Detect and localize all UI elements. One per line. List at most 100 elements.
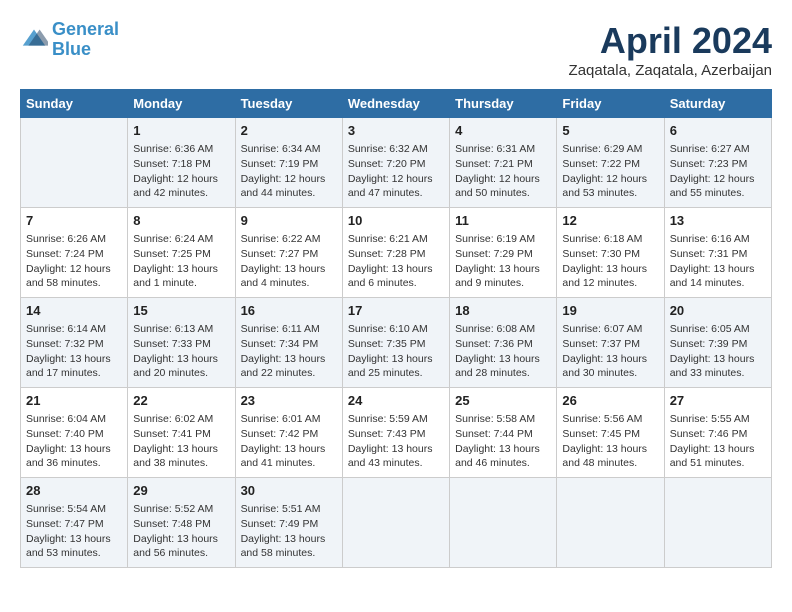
day-info: Sunrise: 6:02 AM Sunset: 7:41 PM Dayligh… <box>133 412 229 471</box>
day-number: 5 <box>562 122 658 140</box>
logo-text: General Blue <box>52 20 119 60</box>
day-number: 23 <box>241 392 337 410</box>
day-info: Sunrise: 6:05 AM Sunset: 7:39 PM Dayligh… <box>670 322 766 381</box>
calendar-table: SundayMondayTuesdayWednesdayThursdayFrid… <box>20 89 772 568</box>
day-info: Sunrise: 5:56 AM Sunset: 7:45 PM Dayligh… <box>562 412 658 471</box>
day-number: 10 <box>348 212 444 230</box>
logo: General Blue <box>20 20 119 60</box>
day-cell: 26 Sunrise: 5:56 AM Sunset: 7:45 PM Dayli… <box>557 388 664 478</box>
day-cell: 7 Sunrise: 6:26 AM Sunset: 7:24 PM Daylig… <box>21 208 128 298</box>
day-info: Sunrise: 6:13 AM Sunset: 7:33 PM Dayligh… <box>133 322 229 381</box>
week-row-5: 28 Sunrise: 5:54 AM Sunset: 7:47 PM Dayli… <box>21 478 772 568</box>
day-info: Sunrise: 5:54 AM Sunset: 7:47 PM Dayligh… <box>26 502 122 561</box>
header-thursday: Thursday <box>450 90 557 118</box>
day-info: Sunrise: 6:29 AM Sunset: 7:22 PM Dayligh… <box>562 142 658 201</box>
day-cell: 20 Sunrise: 6:05 AM Sunset: 7:39 PM Dayli… <box>664 298 771 388</box>
day-number: 1 <box>133 122 229 140</box>
day-cell: 1 Sunrise: 6:36 AM Sunset: 7:18 PM Daylig… <box>128 118 235 208</box>
day-info: Sunrise: 6:31 AM Sunset: 7:21 PM Dayligh… <box>455 142 551 201</box>
day-cell: 19Sunrise: 6:07 AM Sunset: 7:37 PM Dayli… <box>557 298 664 388</box>
day-number: 27 <box>670 392 766 410</box>
day-cell <box>557 478 664 568</box>
day-cell: 29 Sunrise: 5:52 AM Sunset: 7:48 PM Dayli… <box>128 478 235 568</box>
day-number: 7 <box>26 212 122 230</box>
logo-general: General <box>52 19 119 39</box>
day-cell: 15 Sunrise: 6:13 AM Sunset: 7:33 PM Dayli… <box>128 298 235 388</box>
day-number: 2 <box>241 122 337 140</box>
header-saturday: Saturday <box>664 90 771 118</box>
day-number: 26 <box>562 392 658 410</box>
day-info: Sunrise: 5:58 AM Sunset: 7:44 PM Dayligh… <box>455 412 551 471</box>
day-number: 24 <box>348 392 444 410</box>
calendar-header-row: SundayMondayTuesdayWednesdayThursdayFrid… <box>21 90 772 118</box>
day-info: Sunrise: 6:16 AM Sunset: 7:31 PM Dayligh… <box>670 232 766 291</box>
day-number: 12 <box>562 212 658 230</box>
month-title: April 2024 <box>569 20 772 62</box>
day-cell: 30Sunrise: 5:51 AM Sunset: 7:49 PM Dayli… <box>235 478 342 568</box>
day-number: 11 <box>455 212 551 230</box>
day-info: Sunrise: 6:36 AM Sunset: 7:18 PM Dayligh… <box>133 142 229 201</box>
day-cell: 2 Sunrise: 6:34 AM Sunset: 7:19 PM Daylig… <box>235 118 342 208</box>
day-cell: 16Sunrise: 6:11 AM Sunset: 7:34 PM Dayli… <box>235 298 342 388</box>
day-number: 8 <box>133 212 229 230</box>
day-cell <box>450 478 557 568</box>
day-cell: 8 Sunrise: 6:24 AM Sunset: 7:25 PM Daylig… <box>128 208 235 298</box>
day-number: 20 <box>670 302 766 320</box>
day-number: 21 <box>26 392 122 410</box>
day-number: 3 <box>348 122 444 140</box>
day-number: 28 <box>26 482 122 500</box>
header-tuesday: Tuesday <box>235 90 342 118</box>
day-number: 13 <box>670 212 766 230</box>
day-cell: 5 Sunrise: 6:29 AM Sunset: 7:22 PM Daylig… <box>557 118 664 208</box>
day-cell: 6 Sunrise: 6:27 AM Sunset: 7:23 PM Daylig… <box>664 118 771 208</box>
day-info: Sunrise: 6:32 AM Sunset: 7:20 PM Dayligh… <box>348 142 444 201</box>
day-info: Sunrise: 6:11 AM Sunset: 7:34 PM Dayligh… <box>241 322 337 381</box>
day-cell: 10 Sunrise: 6:21 AM Sunset: 7:28 PM Dayli… <box>342 208 449 298</box>
day-info: Sunrise: 5:52 AM Sunset: 7:48 PM Dayligh… <box>133 502 229 561</box>
day-info: Sunrise: 6:08 AM Sunset: 7:36 PM Dayligh… <box>455 322 551 381</box>
location-subtitle: Zaqatala, Zaqatala, Azerbaijan <box>569 62 772 79</box>
title-block: April 2024 Zaqatala, Zaqatala, Azerbaija… <box>569 20 772 79</box>
day-info: Sunrise: 6:21 AM Sunset: 7:28 PM Dayligh… <box>348 232 444 291</box>
day-number: 17 <box>348 302 444 320</box>
day-info: Sunrise: 6:19 AM Sunset: 7:29 PM Dayligh… <box>455 232 551 291</box>
day-cell <box>342 478 449 568</box>
day-number: 19 <box>562 302 658 320</box>
day-info: Sunrise: 6:10 AM Sunset: 7:35 PM Dayligh… <box>348 322 444 381</box>
day-cell: 28 Sunrise: 5:54 AM Sunset: 7:47 PM Dayli… <box>21 478 128 568</box>
day-info: Sunrise: 5:59 AM Sunset: 7:43 PM Dayligh… <box>348 412 444 471</box>
day-number: 18 <box>455 302 551 320</box>
day-number: 29 <box>133 482 229 500</box>
day-number: 14 <box>26 302 122 320</box>
day-info: Sunrise: 6:04 AM Sunset: 7:40 PM Dayligh… <box>26 412 122 471</box>
day-info: Sunrise: 6:18 AM Sunset: 7:30 PM Dayligh… <box>562 232 658 291</box>
week-row-1: 1 Sunrise: 6:36 AM Sunset: 7:18 PM Daylig… <box>21 118 772 208</box>
day-cell: 23Sunrise: 6:01 AM Sunset: 7:42 PM Dayli… <box>235 388 342 478</box>
day-cell: 11 Sunrise: 6:19 AM Sunset: 7:29 PM Dayli… <box>450 208 557 298</box>
day-cell: 17 Sunrise: 6:10 AM Sunset: 7:35 PM Dayli… <box>342 298 449 388</box>
day-cell: 18 Sunrise: 6:08 AM Sunset: 7:36 PM Dayli… <box>450 298 557 388</box>
page-header: General Blue April 2024 Zaqatala, Zaqata… <box>20 20 772 79</box>
day-cell: 27 Sunrise: 5:55 AM Sunset: 7:46 PM Dayli… <box>664 388 771 478</box>
day-info: Sunrise: 6:26 AM Sunset: 7:24 PM Dayligh… <box>26 232 122 291</box>
week-row-4: 21 Sunrise: 6:04 AM Sunset: 7:40 PM Dayli… <box>21 388 772 478</box>
day-cell: 21 Sunrise: 6:04 AM Sunset: 7:40 PM Dayli… <box>21 388 128 478</box>
day-info: Sunrise: 6:27 AM Sunset: 7:23 PM Dayligh… <box>670 142 766 201</box>
day-cell: 25Sunrise: 5:58 AM Sunset: 7:44 PM Dayli… <box>450 388 557 478</box>
header-sunday: Sunday <box>21 90 128 118</box>
week-row-3: 14 Sunrise: 6:14 AM Sunset: 7:32 PM Dayli… <box>21 298 772 388</box>
day-number: 6 <box>670 122 766 140</box>
day-cell: 24 Sunrise: 5:59 AM Sunset: 7:43 PM Dayli… <box>342 388 449 478</box>
logo-icon <box>20 26 48 54</box>
day-cell: 22 Sunrise: 6:02 AM Sunset: 7:41 PM Dayli… <box>128 388 235 478</box>
day-cell <box>21 118 128 208</box>
day-info: Sunrise: 6:34 AM Sunset: 7:19 PM Dayligh… <box>241 142 337 201</box>
day-info: Sunrise: 6:14 AM Sunset: 7:32 PM Dayligh… <box>26 322 122 381</box>
day-number: 15 <box>133 302 229 320</box>
day-cell: 3 Sunrise: 6:32 AM Sunset: 7:20 PM Daylig… <box>342 118 449 208</box>
logo-blue: Blue <box>52 39 91 59</box>
day-number: 22 <box>133 392 229 410</box>
day-info: Sunrise: 5:55 AM Sunset: 7:46 PM Dayligh… <box>670 412 766 471</box>
day-info: Sunrise: 5:51 AM Sunset: 7:49 PM Dayligh… <box>241 502 337 561</box>
day-info: Sunrise: 6:24 AM Sunset: 7:25 PM Dayligh… <box>133 232 229 291</box>
